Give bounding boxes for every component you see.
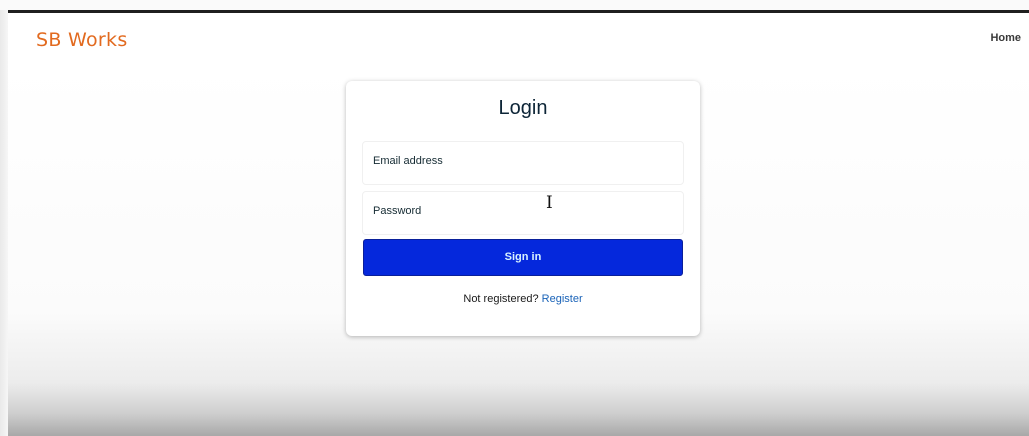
register-prompt-text: Not registered? — [463, 293, 542, 305]
password-field[interactable]: Password — [362, 191, 684, 235]
brand-logo[interactable]: SB Works — [36, 29, 128, 51]
password-label: Password — [373, 205, 422, 217]
register-link[interactable]: Register — [542, 293, 583, 305]
left-edge — [0, 10, 8, 436]
top-strip — [0, 0, 1029, 10]
navbar: SB Works Home — [8, 13, 1029, 63]
email-field[interactable]: Email address — [362, 141, 684, 185]
nav-home-link[interactable]: Home — [990, 32, 1021, 44]
text-cursor-icon: I — [546, 193, 553, 213]
main-content: Login Email address Password Sign in Not… — [8, 63, 1029, 436]
sign-in-button[interactable]: Sign in — [363, 239, 683, 276]
login-title: Login — [498, 97, 548, 119]
email-label: Email address — [373, 155, 443, 167]
login-card: Login Email address Password Sign in Not… — [346, 81, 700, 336]
register-prompt: Not registered? Register — [346, 293, 700, 305]
